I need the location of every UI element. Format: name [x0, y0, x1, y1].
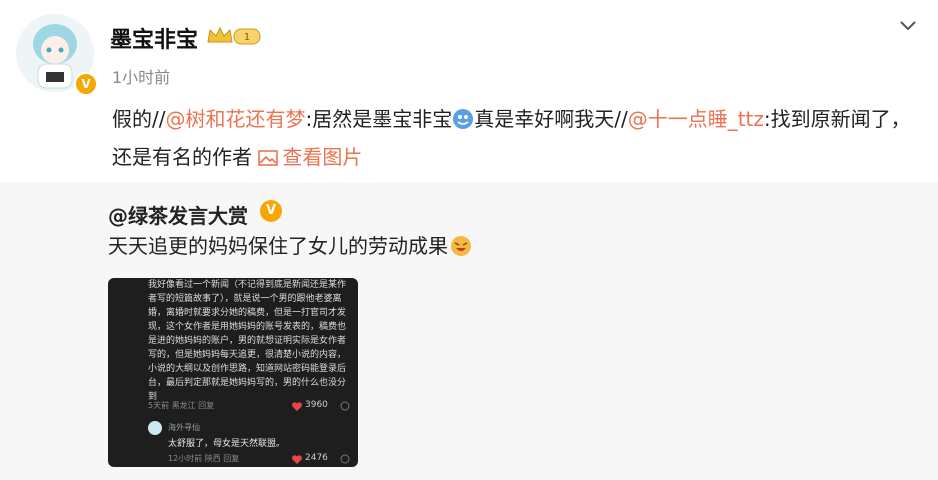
heart-icon	[292, 455, 302, 464]
reply-meta: 12小时前 陕西 回复	[168, 454, 240, 463]
text-prefix: 假的//	[112, 107, 166, 131]
laughing-emoji-icon	[451, 236, 471, 256]
reply-like-count: 2476	[305, 453, 328, 463]
post-text: 假的//@树和花还有梦:居然是墨宝非宝 真是幸好啊我天//@十一点睡_ttz:找到…	[112, 100, 922, 176]
text-segment: 真是幸好啊我天//	[474, 107, 628, 131]
more-options-icon	[340, 454, 350, 464]
view-image-label: 查看图片	[282, 145, 363, 169]
verified-v-icon: V	[74, 72, 98, 96]
reply-text: 太舒服了，母女是天然联盟。	[168, 439, 286, 449]
crown-level-badge-icon[interactable]: 1	[206, 24, 262, 48]
view-image-link[interactable]: 查看图片	[258, 145, 362, 169]
picture-icon	[258, 150, 279, 166]
repost-username[interactable]: @绿茶发言大赏	[108, 200, 248, 229]
reply-username: 海外寻仙	[168, 423, 200, 432]
thumb-comment-meta: 5天前 黑龙江 回复	[148, 401, 215, 410]
text-segment: :居然是墨宝非宝	[305, 107, 453, 131]
level-number: 1	[244, 32, 250, 43]
repost-text: 天天追更的妈妈保住了女儿的劳动成果	[108, 232, 472, 260]
heart-icon	[292, 402, 302, 411]
repost-text-content: 天天追更的妈妈保住了女儿的劳动成果	[108, 234, 448, 258]
post-card: V 墨宝非宝 1 1小时前 假的//@树和花还有梦:居然是墨宝非宝 真是幸好啊我天…	[0, 0, 938, 180]
post-username[interactable]: 墨宝非宝	[110, 22, 198, 54]
chevron-down-icon[interactable]	[898, 16, 918, 36]
thumb-comment-text: 我好像看过一个新闻（不记得到底是新闻还是某作者写的短篇故事了），就是说一个男的跟…	[148, 280, 347, 402]
reposted-card[interactable]: @绿茶发言大赏 V 天天追更的妈妈保住了女儿的劳动成果 我好像看过一个新闻（不记…	[0, 182, 938, 480]
face-emoji-icon	[453, 109, 474, 129]
comment-like-count: 3960	[305, 400, 328, 410]
mention-link[interactable]: @树和花还有梦	[165, 107, 305, 131]
more-options-icon	[340, 401, 350, 411]
reply-avatar	[148, 421, 162, 435]
image-thumbnail[interactable]: 我好像看过一个新闻（不记得到底是新闻还是某作者写的短篇故事了），就是说一个男的跟…	[108, 278, 358, 467]
verified-v-icon: V	[260, 200, 282, 222]
mention-link[interactable]: @十一点睡_ttz	[628, 107, 764, 131]
post-time: 1小时前	[112, 68, 171, 87]
